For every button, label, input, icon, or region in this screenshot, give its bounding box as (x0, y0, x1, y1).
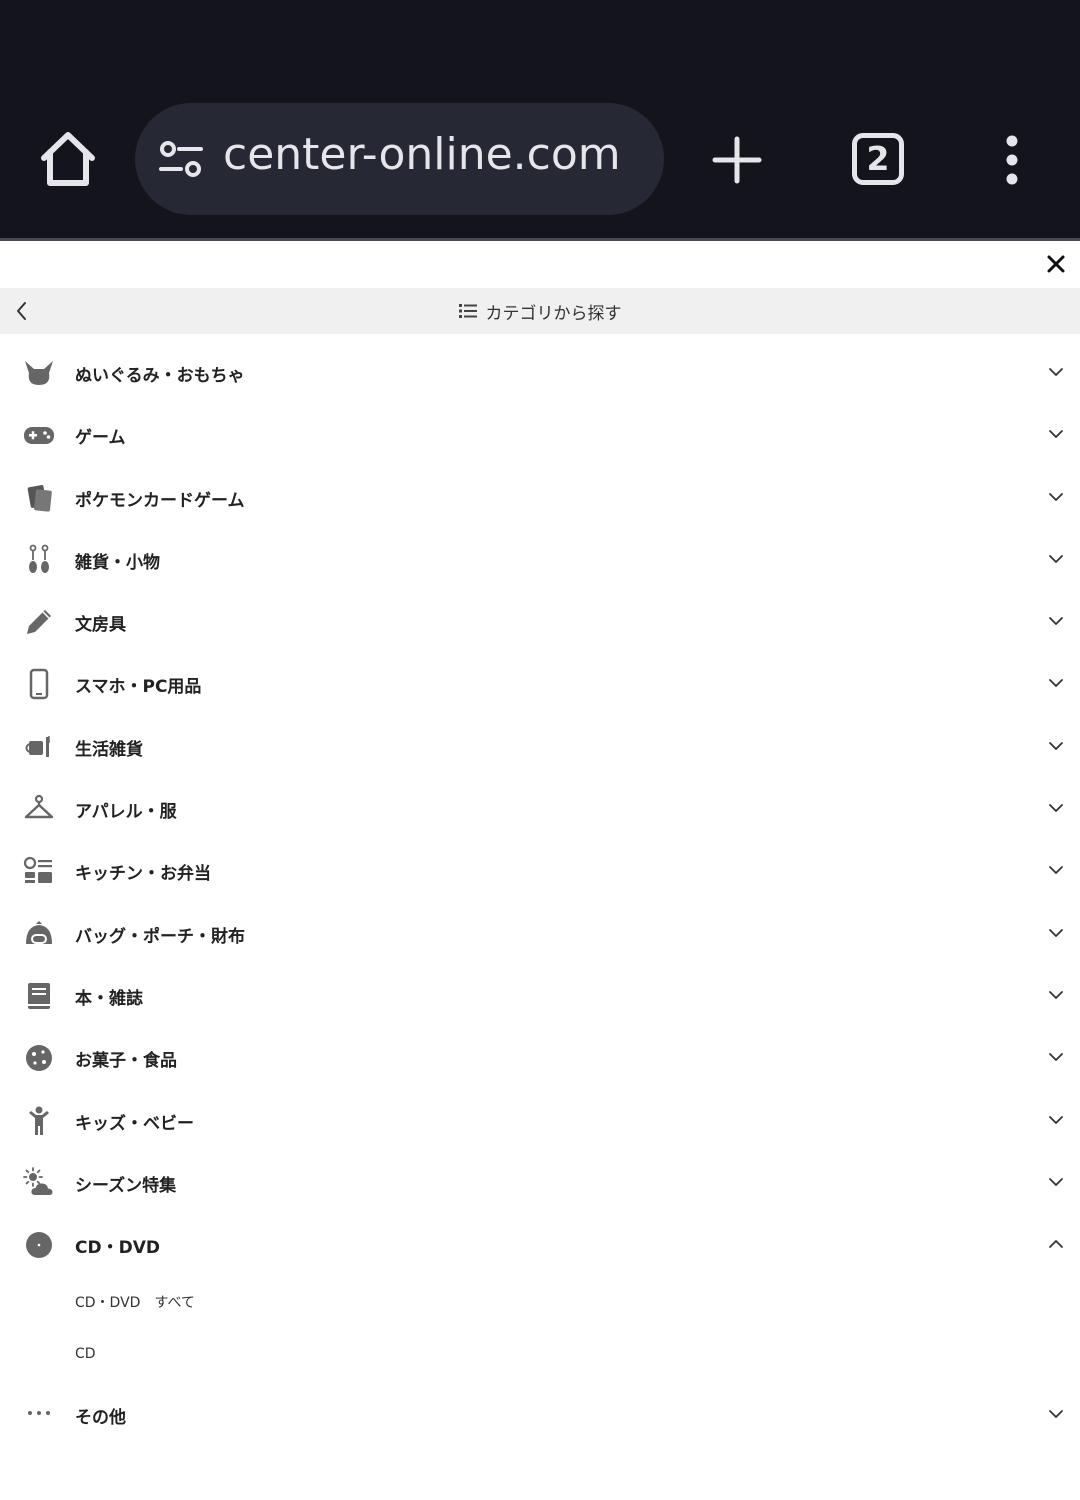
chevron-down-icon[interactable] (1048, 615, 1064, 627)
address-bar[interactable]: center-online.com (135, 103, 664, 215)
category-item-sweets-food[interactable]: お菓子・食品 (0, 1027, 1080, 1089)
category-label: 雑貨・小物 (75, 552, 160, 573)
category-label: バッグ・ポーチ・財布 (75, 926, 245, 947)
gamepad-icon (24, 427, 54, 445)
category-label: キッチン・お弁当 (75, 864, 211, 885)
back-chevron-icon[interactable] (12, 299, 32, 323)
category-item-season[interactable]: シーズン特集 (0, 1152, 1080, 1214)
category-label: アパレル・服 (75, 802, 177, 823)
header-title: カテゴリから探す (485, 303, 622, 324)
chevron-down-icon[interactable] (1048, 1114, 1064, 1126)
category-label: ポケモンカードゲーム (75, 490, 245, 511)
url-text[interactable]: center-online.com (223, 129, 621, 180)
chevron-down-icon[interactable] (1048, 491, 1064, 503)
more-vertical-icon[interactable] (1000, 135, 1024, 185)
category-label: ぬいぐるみ・おもちゃ (75, 366, 245, 386)
disc-icon (26, 1232, 52, 1259)
category-item-bag[interactable]: バッグ・ポーチ・財布 (0, 903, 1080, 965)
chevron-down-icon[interactable] (1048, 1051, 1064, 1063)
more-horizontal-icon (28, 1411, 50, 1416)
category-item-pokemon-cards[interactable]: ポケモンカードゲーム (0, 467, 1080, 529)
category-item-kitchen[interactable]: キッチン・お弁当 (0, 840, 1080, 902)
category-label: 本・雑誌 (75, 988, 143, 1009)
earrings-icon (29, 544, 49, 573)
tab-count: 2 (866, 139, 890, 178)
chevron-up-icon[interactable] (1048, 1238, 1064, 1250)
subcategory-item-cd[interactable]: CD (0, 1330, 1080, 1384)
kid-icon (29, 1106, 49, 1135)
category-item-kids-baby[interactable]: キッズ・ベビー (0, 1090, 1080, 1152)
category-item-other[interactable]: その他 (0, 1384, 1080, 1446)
chevron-down-icon[interactable] (1048, 428, 1064, 440)
category-label: ゲーム (75, 428, 126, 449)
chevron-down-icon[interactable] (1048, 864, 1064, 876)
plush-icon (25, 361, 53, 385)
site-settings-icon[interactable] (159, 139, 203, 179)
hanger-icon (24, 794, 54, 819)
chevron-down-icon[interactable] (1048, 553, 1064, 565)
chevron-down-icon[interactable] (1048, 677, 1064, 689)
kitchen-icon (23, 857, 52, 884)
chevron-down-icon[interactable] (1048, 366, 1064, 378)
tab-switcher-button[interactable]: 2 (852, 133, 904, 185)
chevron-down-icon[interactable] (1048, 989, 1064, 1001)
chevron-down-icon[interactable] (1048, 927, 1064, 939)
category-list: ぬいぐるみ・おもちゃ ゲーム ポケモンカードゲーム 雑貨・小物 文房具 スマホ・… (0, 342, 1080, 1447)
chevron-down-icon[interactable] (1048, 1176, 1064, 1188)
subcategory-item-cd-dvd-all[interactable]: CD・DVD すべて (0, 1276, 1080, 1330)
pencil-icon (27, 610, 51, 635)
cards-icon (27, 484, 52, 512)
chevron-down-icon[interactable] (1048, 740, 1064, 752)
new-tab-icon[interactable] (712, 136, 762, 184)
category-item-book[interactable]: 本・雑誌 (0, 965, 1080, 1027)
header-title-wrap: カテゴリから探す (0, 288, 1080, 334)
toolbar-divider (0, 238, 1080, 241)
category-label: 文房具 (75, 615, 126, 636)
subcategory-label: CD・DVD すべて (75, 1295, 195, 1312)
household-icon (25, 735, 50, 757)
category-item-cd-dvd[interactable]: CD・DVD (0, 1214, 1080, 1276)
category-label: 生活雑貨 (75, 739, 143, 760)
smartphone-icon (29, 669, 49, 700)
category-label: キッズ・ベビー (75, 1113, 194, 1134)
category-item-smartphone-pc[interactable]: スマホ・PC用品 (0, 653, 1080, 715)
category-label: その他 (75, 1408, 126, 1429)
home-icon[interactable] (38, 128, 98, 190)
chevron-down-icon[interactable] (1048, 802, 1064, 814)
category-label: CD・DVD (75, 1238, 160, 1259)
category-item-stationery[interactable]: 文房具 (0, 591, 1080, 653)
close-icon[interactable] (1040, 248, 1072, 280)
category-item-game[interactable]: ゲーム (0, 404, 1080, 466)
book-icon (28, 982, 50, 1009)
subcategory-label: CD (75, 1346, 96, 1363)
category-header: カテゴリから探す (0, 288, 1080, 334)
category-label: お菓子・食品 (75, 1051, 177, 1072)
list-icon (458, 304, 477, 318)
category-label: シーズン特集 (75, 1175, 177, 1196)
chevron-down-icon[interactable] (1048, 1408, 1064, 1420)
category-item-goods[interactable]: 雑貨・小物 (0, 529, 1080, 591)
category-label: スマホ・PC用品 (75, 677, 202, 698)
weather-icon (23, 1166, 53, 1195)
browser-toolbar: center-online.com 2 (0, 0, 1080, 238)
category-item-household[interactable]: 生活雑貨 (0, 716, 1080, 778)
bag-icon (26, 920, 52, 944)
cookie-icon (26, 1045, 52, 1072)
category-item-plush[interactable]: ぬいぐるみ・おもちゃ (0, 342, 1080, 404)
category-item-apparel[interactable]: アパレル・服 (0, 778, 1080, 840)
